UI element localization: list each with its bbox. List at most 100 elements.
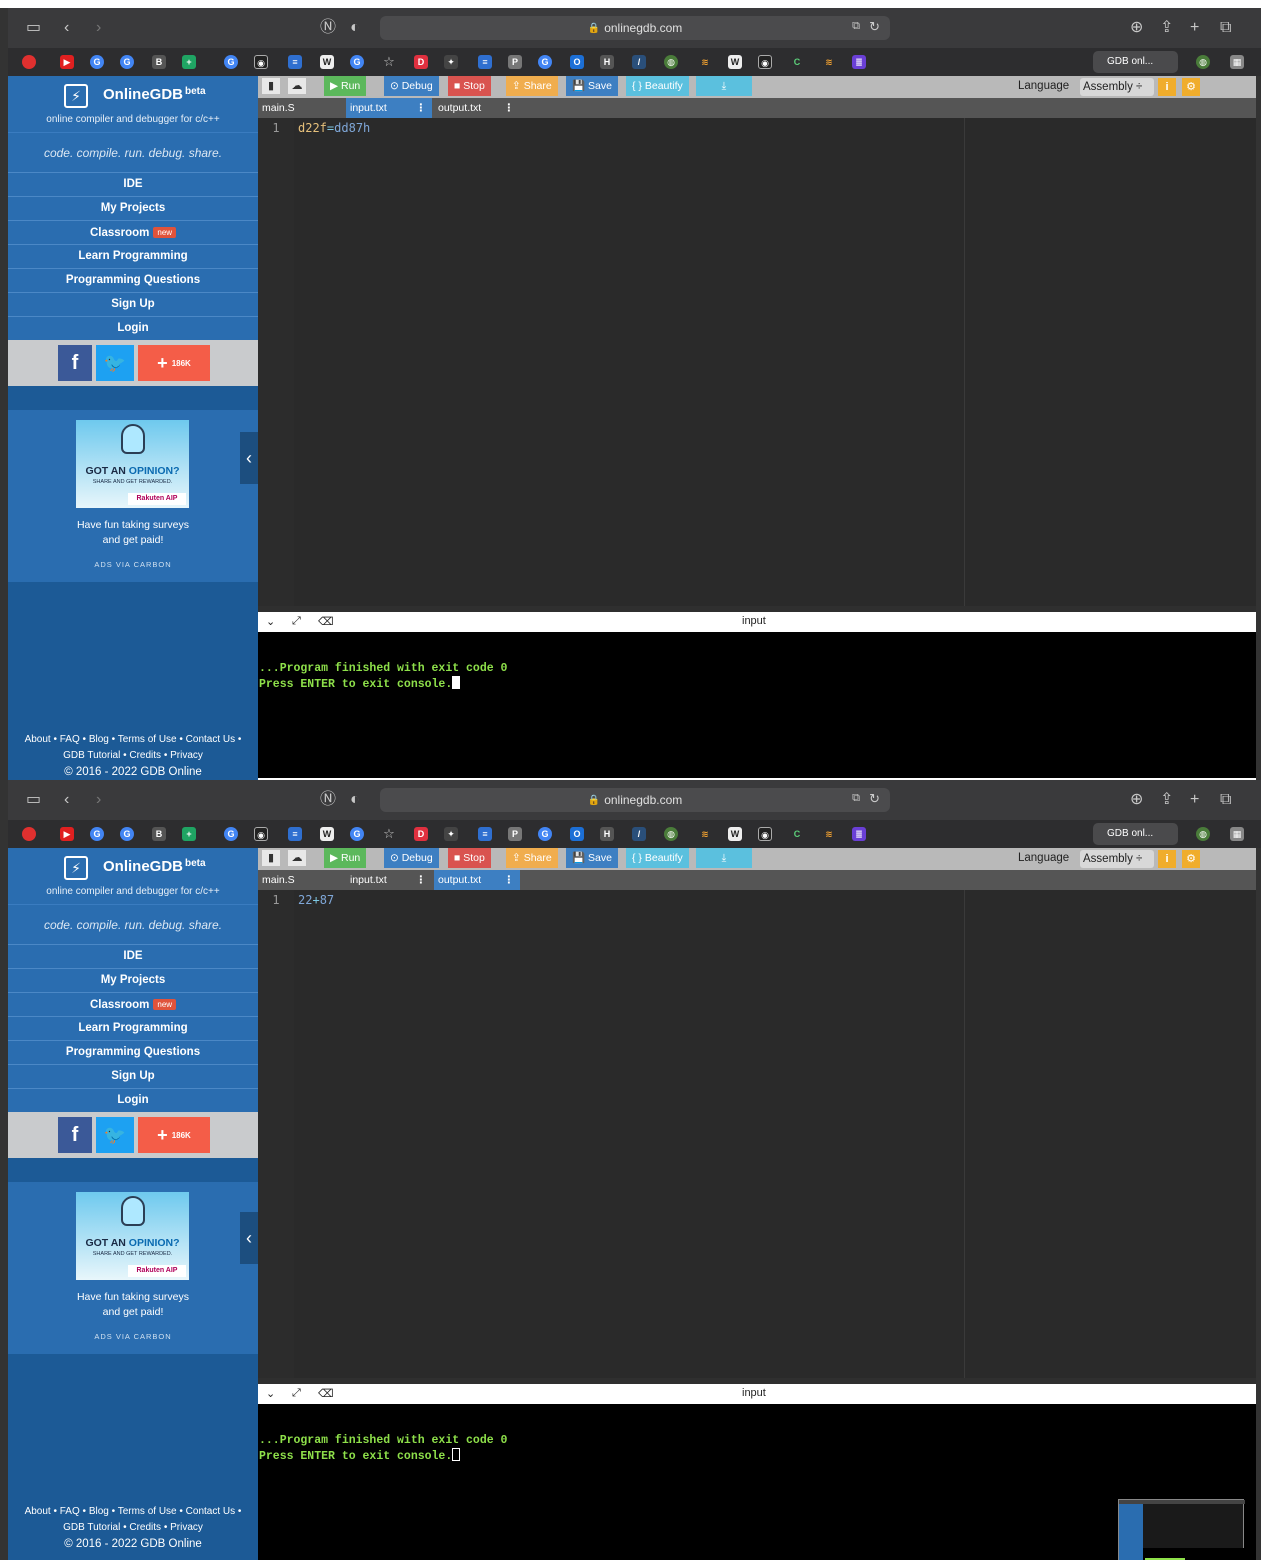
wikipedia-icon[interactable]: W — [728, 827, 742, 841]
address-bar[interactable]: 🔒 onlinegdb.com ⧉ ↻ — [380, 16, 890, 40]
tab-main-s[interactable]: main.S — [258, 98, 344, 118]
ad-image[interactable]: GOT AN OPINION? SHARE AND GET REWARDED. … — [76, 420, 189, 508]
nav-sign-up[interactable]: Sign Up — [8, 292, 258, 316]
sidebar-toggle-icon[interactable]: ▭ — [26, 18, 41, 38]
footer-links[interactable]: About • FAQ • Blog • Terms of Use • Cont… — [8, 732, 258, 748]
twitter-icon[interactable]: 🐦 — [96, 1117, 134, 1153]
google-icon[interactable]: G — [224, 827, 238, 841]
share-icon[interactable]: ⇪ — [1160, 18, 1173, 38]
c-icon[interactable]: C — [790, 827, 804, 841]
google-icon[interactable]: G — [350, 55, 364, 69]
save-button[interactable]: 💾 Save — [566, 848, 618, 868]
facebook-icon[interactable]: f — [58, 1117, 92, 1153]
p-icon[interactable]: P — [508, 827, 522, 841]
clear-icon[interactable]: ⌫ — [318, 615, 334, 628]
brand-header[interactable]: ⚡ OnlineGDB beta online compiler and debu… — [8, 76, 258, 132]
tabs-overview-icon[interactable]: ⧉ — [1220, 18, 1231, 38]
bookmark-icon[interactable]: B — [152, 55, 166, 69]
stackoverflow-icon[interactable]: ≡ — [478, 55, 492, 69]
new-file-icon[interactable]: ▮ — [262, 78, 280, 94]
list-icon[interactable]: ≣ — [852, 827, 866, 841]
ad-via[interactable]: ADS VIA CARBON — [8, 560, 258, 569]
p-icon[interactable]: P — [508, 55, 522, 69]
expand-icon[interactable]: ⤢ — [292, 615, 301, 628]
new-tab-icon[interactable]: + — [1190, 18, 1199, 38]
nav-learn-programming[interactable]: Learn Programming — [8, 1016, 258, 1040]
download-icon[interactable]: ⊕ — [1130, 18, 1143, 38]
globe-icon[interactable]: ◍ — [664, 55, 678, 69]
record-icon[interactable] — [22, 55, 36, 69]
shield-icon[interactable]: ◐ — [350, 790, 360, 810]
tab-input-txt[interactable]: input.txt ⋮ — [346, 870, 432, 890]
grid-icon[interactable]: ▦ — [1230, 827, 1244, 841]
google-icon[interactable]: G — [224, 55, 238, 69]
run-button[interactable]: ▶ Run — [324, 76, 367, 96]
expand-icon[interactable]: ⤢ — [292, 1387, 301, 1400]
ht-icon[interactable]: H — [600, 55, 614, 69]
ht-icon[interactable]: H — [600, 827, 614, 841]
outlook-icon[interactable]: O — [570, 827, 584, 841]
active-browser-tab[interactable]: GDB onl... — [1093, 51, 1178, 73]
google-icon[interactable]: G — [90, 55, 104, 69]
globe-icon[interactable]: ◍ — [1196, 55, 1210, 69]
stackoverflow-icon[interactable]: ≡ — [478, 827, 492, 841]
ad-image[interactable]: GOT AN OPINION? SHARE AND GET REWARDED. … — [76, 1192, 189, 1280]
ad-text[interactable]: Have fun taking surveys and get paid! — [8, 518, 258, 548]
cast-icon[interactable]: D — [414, 55, 428, 69]
tab-input-txt[interactable]: input.txt ⋮ — [346, 98, 432, 118]
github-icon[interactable]: ◉ — [758, 55, 772, 69]
grid-icon[interactable]: ▦ — [1230, 55, 1244, 69]
address-bar[interactable]: 🔒 onlinegdb.com ⧉ ↻ — [380, 788, 890, 812]
sheets-icon[interactable]: + — [182, 55, 196, 69]
screenshot-thumbnail[interactable] — [1118, 1499, 1245, 1560]
console-output[interactable]: ...Program finished with exit code 0 Pre… — [258, 632, 1256, 778]
debug-button[interactable]: ⊙ Debug — [384, 848, 439, 868]
share-button[interactable]: ⇪ Share — [506, 848, 558, 868]
stackoverflow-icon[interactable]: ≡ — [288, 55, 302, 69]
bookmark-icon[interactable]: B — [152, 827, 166, 841]
github-icon[interactable]: ◉ — [254, 55, 268, 69]
app-icon[interactable]: ✦ — [444, 55, 458, 69]
notion-icon[interactable]: Ⓝ — [320, 18, 336, 38]
youtube-icon[interactable]: ▶ — [60, 55, 74, 69]
settings-icon[interactable]: ⚙ — [1182, 78, 1200, 96]
ad-block[interactable]: GOT AN OPINION? SHARE AND GET REWARDED. … — [8, 410, 258, 582]
tabs-overview-icon[interactable]: ⧉ — [1220, 790, 1231, 810]
code-editor[interactable]: 1 d22f=dd87h — [258, 118, 1256, 606]
tab-output-txt[interactable]: output.txt ⋮ — [434, 98, 520, 118]
google-icon[interactable]: G — [350, 827, 364, 841]
tab-menu-icon[interactable]: ⋮ — [504, 870, 515, 890]
star-icon[interactable]: ☆ — [382, 55, 396, 69]
clear-icon[interactable]: ⌫ — [318, 1387, 334, 1400]
chevron-down-icon[interactable]: ⌄ — [266, 615, 275, 628]
new-file-icon[interactable]: ▮ — [262, 850, 280, 866]
debug-button[interactable]: ⊙ Debug — [384, 76, 439, 96]
code-editor[interactable]: 1 22+87 — [258, 890, 1256, 1378]
wikipedia-icon[interactable]: W — [320, 55, 334, 69]
notion-icon[interactable]: Ⓝ — [320, 790, 336, 810]
stop-button[interactable]: ■ Stop — [448, 76, 491, 96]
tab-menu-icon[interactable]: ⋮ — [416, 98, 427, 118]
footer-links-2[interactable]: GDB Tutorial • Credits • Privacy — [8, 1520, 258, 1536]
translate-icon[interactable]: ⧉ — [852, 792, 860, 805]
twitter-icon[interactable]: 🐦 — [96, 345, 134, 381]
google-icon[interactable]: G — [538, 55, 552, 69]
run-button[interactable]: ▶ Run — [324, 848, 367, 868]
google-icon[interactable]: G — [538, 827, 552, 841]
active-browser-tab[interactable]: GDB onl... — [1093, 823, 1178, 845]
code-line[interactable]: 22+87 — [298, 893, 334, 907]
info-icon[interactable]: i — [1158, 78, 1176, 96]
nav-ide[interactable]: IDE — [8, 944, 258, 968]
reload-icon[interactable]: ↻ — [869, 19, 880, 35]
stop-button[interactable]: ■ Stop — [448, 848, 491, 868]
share-button[interactable]: ⇪ Share — [506, 76, 558, 96]
chevron-down-icon[interactable]: ⌄ — [266, 1387, 275, 1400]
add-share-button[interactable]: +186K — [138, 1117, 210, 1153]
collapse-sidebar-icon[interactable]: ‹ — [240, 1212, 258, 1264]
nav-my-projects[interactable]: My Projects — [8, 196, 258, 220]
outlook-icon[interactable]: O — [570, 55, 584, 69]
tab-menu-icon[interactable]: ⋮ — [416, 870, 427, 890]
tab-main-s[interactable]: main.S — [258, 870, 344, 890]
record-icon[interactable] — [22, 827, 36, 841]
app-icon[interactable]: ✦ — [444, 827, 458, 841]
